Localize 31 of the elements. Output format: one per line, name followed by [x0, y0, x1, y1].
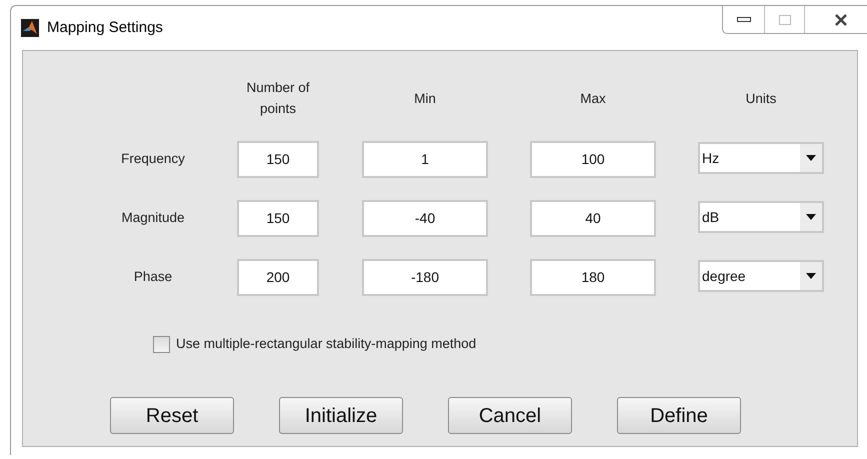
column-header: Units [744, 90, 778, 108]
units-dropdown[interactable]: degree [698, 260, 824, 292]
max-field[interactable]: 180 [530, 259, 656, 296]
points-field[interactable]: 200 [237, 259, 319, 296]
dialog-button[interactable]: Cancel [448, 397, 572, 434]
column-header: Number of points [245, 79, 311, 118]
column-header: Min [413, 90, 437, 108]
caret-icon [806, 273, 816, 279]
points-field[interactable]: 150 [237, 141, 319, 178]
max-field[interactable]: 100 [530, 141, 656, 178]
units-dropdown[interactable]: Hz [698, 142, 824, 174]
caret-icon [806, 214, 816, 220]
min-field[interactable]: -40 [362, 200, 488, 237]
column-header: Max [579, 90, 607, 108]
row-label: Frequency [120, 150, 186, 168]
points-field[interactable]: 150 [237, 200, 319, 237]
checkbox[interactable] [153, 336, 170, 353]
row-label: Phase [132, 268, 174, 286]
min-field[interactable]: -180 [362, 259, 488, 296]
row-label: Magnitude [120, 209, 186, 228]
window-title: Mapping Settings [47, 18, 163, 38]
min-field[interactable]: 1 [362, 141, 488, 178]
units-dropdown[interactable]: dB [698, 201, 824, 233]
close-icon [832, 14, 848, 26]
caret-icon [806, 155, 816, 161]
max-field[interactable]: 40 [530, 200, 656, 237]
checkbox-label: Use multiple-rectangular stability-mapping method [176, 335, 476, 353]
dialog-button[interactable]: Define [617, 397, 741, 434]
dialog-button[interactable]: Initialize [279, 397, 403, 434]
app-logo-icon [21, 19, 39, 37]
dialog-button[interactable]: Reset [110, 397, 234, 434]
